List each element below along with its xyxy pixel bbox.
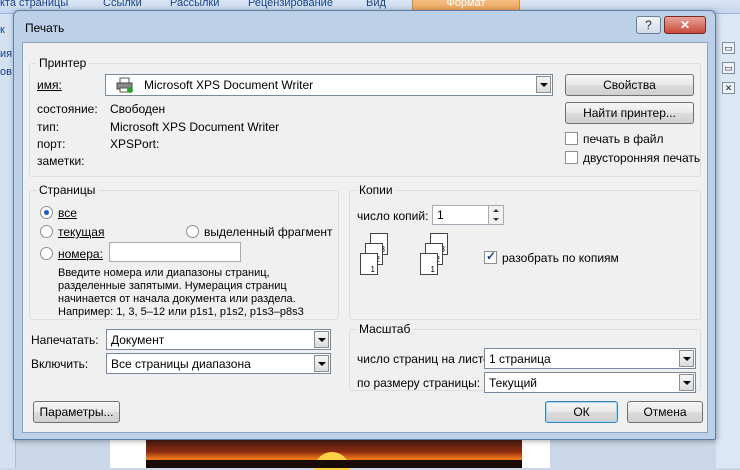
include-label: Включить: [31, 357, 89, 371]
copies-spinner[interactable] [488, 205, 504, 225]
print-what-value: Документ [111, 333, 165, 347]
chevron-down-icon[interactable] [679, 374, 694, 391]
page-number: 1 [370, 265, 375, 274]
page-stack-icon: 1 [360, 253, 378, 275]
print-what-select[interactable]: Документ [106, 329, 331, 350]
page-stack-icon: 1 [420, 253, 438, 275]
spin-down-icon[interactable] [493, 218, 499, 221]
hint-line: разделенные запятыми. Нумерация страниц [58, 280, 287, 292]
pages-selection-radio[interactable] [186, 225, 199, 238]
side-close-icon[interactable]: ✕ [722, 82, 735, 94]
page-number: 1 [430, 265, 435, 274]
chevron-down-icon[interactable] [679, 350, 694, 367]
pages-per-sheet-select[interactable]: 1 страница [484, 348, 696, 369]
pages-all-label[interactable]: все [58, 206, 77, 220]
pages-current-label[interactable]: текущая [58, 225, 104, 239]
zoom-group: Масштаб число страниц на листе: 1 страни… [349, 322, 701, 393]
print-to-file-checkbox[interactable] [565, 132, 578, 145]
page-numbers-input[interactable] [109, 242, 241, 262]
printer-type-value: Microsoft XPS Document Writer [110, 120, 280, 134]
copies-count-value: 1 [437, 208, 444, 222]
printer-type-label: тип: [37, 120, 60, 134]
collate-checkbox[interactable] [484, 249, 497, 264]
ok-button[interactable]: ОК [545, 401, 618, 423]
include-select[interactable]: Все страницы диапазона [106, 353, 331, 374]
copies-count-input[interactable]: 1 [432, 205, 490, 225]
printer-group: Принтер имя: Microsoft XPS Document Writ… [29, 56, 701, 177]
hint-line: Введите номера или диапазоны страниц, [58, 267, 270, 279]
copies-count-label: число копий: [357, 209, 429, 223]
properties-button[interactable]: Свойства [565, 74, 694, 96]
printer-name-select[interactable]: Microsoft XPS Document Writer [105, 74, 553, 96]
dialog-title: Печать [25, 21, 65, 35]
pages-current-radio[interactable] [40, 225, 53, 238]
copies-group: Копии число копий: 1 3 2 1 3 2 1 разобра… [349, 183, 701, 320]
hint-line: Например: 1, 3, 5–12 или p1s1, p1s2, p1s… [58, 306, 304, 318]
hint-line: начинается от начала документа или разде… [58, 293, 296, 305]
printer-icon [116, 77, 134, 93]
print-dialog: Печать ? ✕ Принтер имя: Microsoft XPS Do… [13, 10, 716, 440]
chevron-down-icon[interactable] [314, 331, 329, 348]
pages-all-radio[interactable] [40, 206, 53, 219]
background-right-panel: ▭ ▭ ✕ [716, 14, 740, 468]
scale-to-paper-label: по размеру страницы: [357, 376, 481, 390]
printer-status-value: Свободен [110, 102, 166, 116]
help-button[interactable]: ? [636, 16, 661, 34]
printer-status-label: состояние: [37, 102, 98, 116]
chevron-down-icon[interactable] [536, 76, 551, 93]
close-button[interactable]: ✕ [664, 16, 706, 34]
print-to-file-label[interactable]: печать в файл [583, 132, 663, 146]
options-button[interactable]: Параметры... [33, 401, 120, 423]
scale-to-paper-select[interactable]: Текущий [484, 372, 696, 393]
printer-group-legend: Принтер [36, 56, 90, 70]
zoom-group-legend: Масштаб [356, 322, 414, 336]
pages-per-sheet-label: число страниц на листе: [357, 352, 494, 366]
scale-to-paper-value: Текущий [489, 376, 537, 390]
duplex-checkbox[interactable] [565, 151, 578, 164]
pages-numbers-label[interactable]: номера: [58, 247, 103, 261]
ground-shape [146, 460, 522, 468]
document-image [146, 438, 522, 470]
pages-numbers-radio[interactable] [40, 247, 53, 260]
printer-port-value: XPSPort: [110, 137, 160, 151]
page-range-hint: Введите номера или диапазоны страниц, ра… [58, 267, 338, 319]
spin-up-icon[interactable] [493, 209, 499, 212]
printer-name-value: Microsoft XPS Document Writer [144, 78, 314, 92]
copies-group-legend: Копии [356, 183, 396, 197]
left-panel-text: ия [0, 48, 13, 60]
chevron-down-icon[interactable] [314, 355, 329, 372]
pages-selection-label[interactable]: выделенный фрагмент [204, 225, 333, 239]
collate-label[interactable]: разобрать по копиям [502, 251, 619, 265]
find-printer-button[interactable]: Найти принтер... [565, 102, 694, 124]
dialog-client-area: Принтер имя: Microsoft XPS Document Writ… [22, 42, 708, 433]
duplex-label[interactable]: двусторонняя печать [583, 151, 700, 165]
dialog-titlebar[interactable]: Печать ? ✕ [14, 11, 715, 42]
left-panel-text: к [0, 24, 5, 36]
side-button[interactable]: ▭ [722, 42, 735, 54]
printer-name-label: имя: [37, 78, 62, 92]
left-panel-text: ов [0, 66, 12, 78]
side-button[interactable]: ▭ [722, 62, 735, 74]
print-what-label: Напечатать: [31, 333, 99, 347]
pages-group-legend: Страницы [36, 183, 99, 197]
printer-port-label: порт: [37, 137, 66, 151]
printer-notes-label: заметки: [37, 154, 85, 168]
pages-group: Страницы все текущая выделенный фрагмент… [29, 183, 339, 320]
pages-per-sheet-value: 1 страница [489, 352, 551, 366]
include-value: Все страницы диапазона [111, 357, 251, 371]
cancel-button[interactable]: Отмена [627, 401, 703, 423]
